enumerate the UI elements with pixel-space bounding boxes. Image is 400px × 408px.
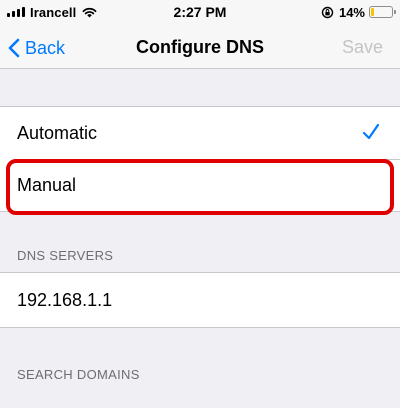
- battery-fill: [371, 8, 374, 16]
- dns-server-address: 192.168.1.1: [17, 289, 113, 310]
- search-domains-header: SEARCH DOMAINS: [17, 367, 140, 382]
- option-automatic-label: Automatic: [17, 122, 98, 143]
- dns-servers-group: 192.168.1.1: [0, 272, 400, 328]
- status-bar: Irancell 2:27 PM 14%: [0, 0, 400, 28]
- checkmark-icon: [362, 123, 380, 140]
- save-button[interactable]: Save: [342, 37, 383, 58]
- status-right: 14%: [321, 4, 396, 20]
- battery-percent: 14%: [338, 4, 365, 20]
- option-manual-label: Manual: [17, 174, 77, 195]
- rotation-lock-icon: [321, 6, 334, 18]
- page-title: Configure DNS: [136, 37, 264, 57]
- dns-servers-header: DNS SERVERS: [17, 248, 114, 263]
- battery-icon: [369, 6, 396, 18]
- option-automatic[interactable]: Automatic: [0, 107, 400, 159]
- option-manual[interactable]: Manual: [0, 159, 400, 211]
- dns-server-row[interactable]: 192.168.1.1: [0, 273, 400, 327]
- dns-mode-group: Automatic Manual: [0, 106, 400, 212]
- nav-bar: Back Configure DNS Save: [0, 28, 400, 69]
